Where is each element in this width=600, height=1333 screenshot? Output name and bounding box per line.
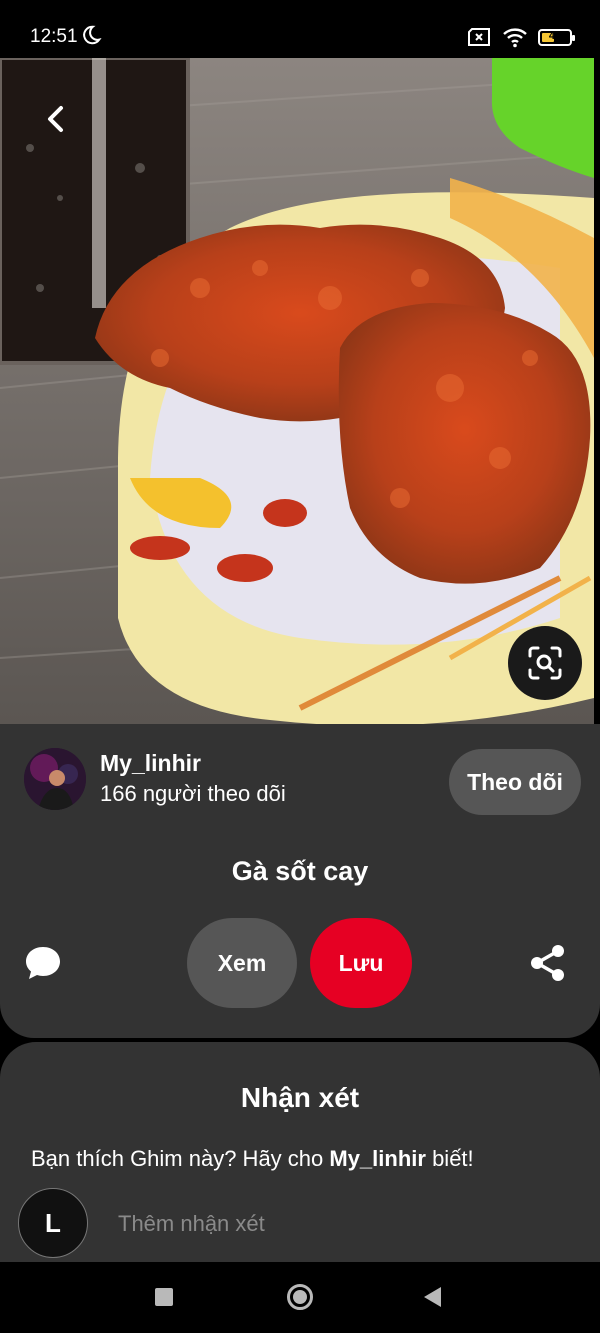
visual-search-button[interactable] — [508, 626, 582, 700]
comments-prompt-author: My_linhir — [329, 1146, 426, 1171]
pin-image[interactable] — [0, 58, 594, 724]
pin-image-illustration — [0, 58, 594, 724]
battery-level: 40 — [548, 29, 562, 42]
status-icons: 40 — [466, 24, 575, 50]
follow-button[interactable]: Theo dõi — [449, 749, 581, 815]
save-button[interactable]: Lưu — [310, 918, 412, 1008]
status-bar: 12:51 40 — [0, 0, 600, 58]
comments-prompt-text: Bạn thích Ghim này? Hãy cho — [31, 1146, 330, 1171]
system-back-button[interactable] — [424, 1287, 441, 1307]
battery-icon: 40 — [538, 28, 575, 46]
back-button[interactable] — [36, 98, 78, 140]
author-avatar-image — [24, 748, 86, 810]
share-icon[interactable] — [528, 943, 568, 983]
home-button[interactable] — [287, 1284, 313, 1310]
lens-search-icon — [528, 646, 562, 680]
no-sim-icon — [468, 28, 490, 46]
author-name[interactable]: My_linhir — [100, 750, 201, 777]
view-button[interactable]: Xem — [187, 918, 297, 1008]
author-avatar[interactable] — [24, 748, 86, 810]
comments-prompt: Bạn thích Ghim này? Hãy cho My_linhir bi… — [31, 1146, 474, 1172]
author-follower-count: 166 người theo dõi — [100, 781, 286, 806]
recent-apps-button[interactable] — [155, 1288, 173, 1306]
comments-prompt-suffix: biết! — [425, 1146, 474, 1171]
comment-icon[interactable] — [24, 944, 62, 982]
comments-title: Nhận xét — [240, 1082, 360, 1113]
moon-icon — [83, 25, 102, 45]
comment-input[interactable] — [108, 1202, 568, 1246]
status-time: 12:51 — [30, 26, 78, 47]
wifi-icon — [503, 28, 527, 48]
pin-title: Gà sốt cay — [231, 856, 369, 886]
current-user-avatar: L — [18, 1188, 88, 1258]
